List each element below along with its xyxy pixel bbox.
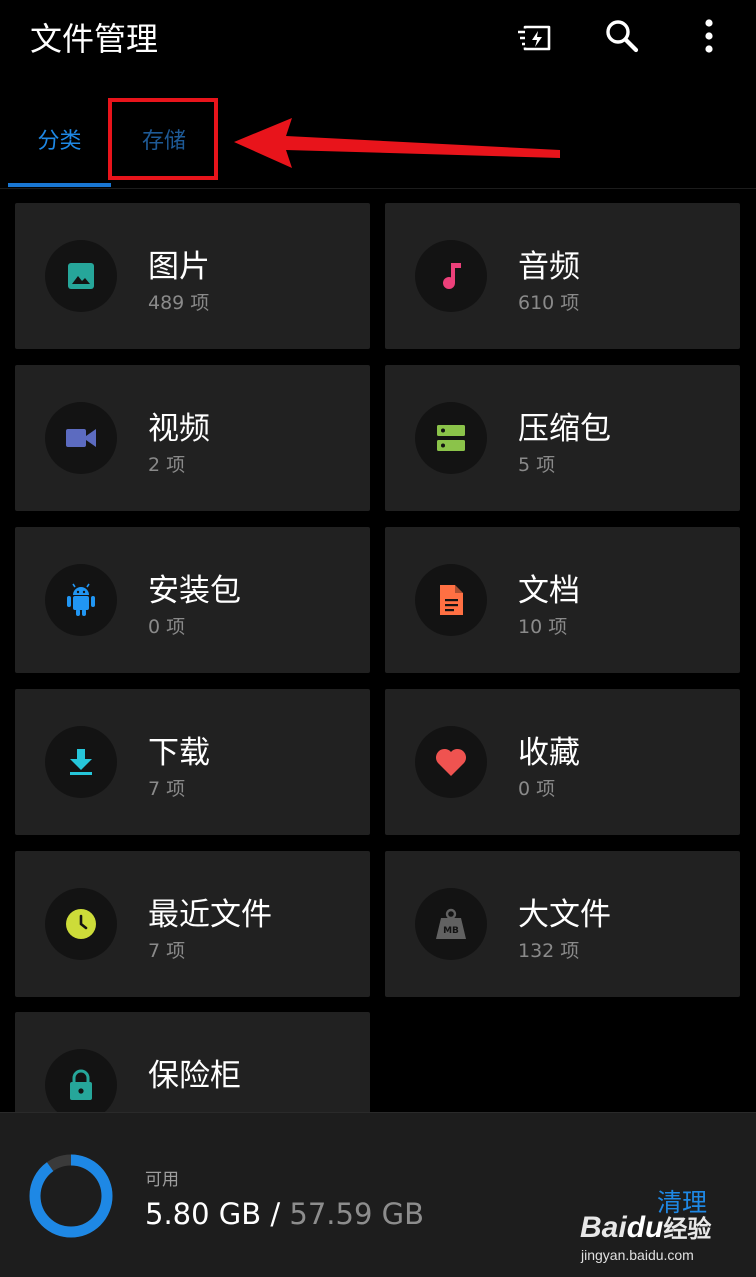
category-label: 安装包 xyxy=(148,573,241,609)
category-card-documents[interactable]: 文档 10 项 xyxy=(385,527,740,673)
app-bar: 文件管理 xyxy=(0,0,756,70)
image-icon xyxy=(45,240,117,312)
category-card-large-files[interactable]: MB 大文件 132 项 xyxy=(385,851,740,997)
category-card-favorites[interactable]: 收藏 0 项 xyxy=(385,689,740,835)
storage-separator: / xyxy=(261,1197,290,1231)
category-label: 图片 xyxy=(148,249,210,285)
download-icon xyxy=(45,726,117,798)
category-count: 10 项 xyxy=(518,616,568,638)
annotation-highlight-box xyxy=(108,98,218,180)
category-count: 0 项 xyxy=(148,616,186,638)
lightning-file-icon[interactable] xyxy=(514,14,558,58)
storage-ring-used xyxy=(29,1154,113,1238)
category-card-apk[interactable]: 安装包 0 项 xyxy=(15,527,370,673)
available-label: 可用 xyxy=(145,1170,179,1190)
tab-classify[interactable]: 分类 xyxy=(8,90,111,188)
watermark-logo: Baidu经验 xyxy=(580,1209,711,1245)
category-label: 收藏 xyxy=(518,735,580,771)
category-card-video[interactable]: 视频 2 项 xyxy=(15,365,370,511)
category-label: 视频 xyxy=(148,411,210,447)
category-label: 音频 xyxy=(518,249,580,285)
storage-panel: 可用 5.80 GB / 57.59 GB 清理 Baidu经验 jingyan… xyxy=(0,1112,756,1277)
watermark-url: jingyan.baidu.com xyxy=(581,1247,694,1263)
category-count: 610 项 xyxy=(518,292,580,314)
app-title: 文件管理 xyxy=(30,20,159,58)
category-count: 5 项 xyxy=(518,454,556,476)
mb-weight-icon: MB xyxy=(415,888,487,960)
category-card-archive[interactable]: 压缩包 5 项 xyxy=(385,365,740,511)
category-count: 489 项 xyxy=(148,292,210,314)
lock-icon xyxy=(45,1049,117,1121)
storage-ring-chart xyxy=(29,1154,113,1238)
category-label: 文档 xyxy=(518,573,580,609)
category-label: 保险柜 xyxy=(148,1058,241,1094)
videocam-icon xyxy=(45,402,117,474)
category-label: 大文件 xyxy=(518,897,611,933)
music-note-icon xyxy=(415,240,487,312)
category-count: 7 项 xyxy=(148,940,186,962)
watermark-logo-cn: 经验 xyxy=(663,1216,712,1243)
category-card-recent[interactable]: 最近文件 7 项 xyxy=(15,851,370,997)
annotation-arrow-icon xyxy=(234,118,560,168)
category-card-images[interactable]: 图片 489 项 xyxy=(15,203,370,349)
more-vert-icon[interactable] xyxy=(687,14,731,58)
archive-icon xyxy=(415,402,487,474)
watermark-logo-text: Bai xyxy=(580,1211,627,1244)
clock-icon xyxy=(45,888,117,960)
category-count: 7 项 xyxy=(148,778,186,800)
category-label: 下载 xyxy=(148,735,210,771)
search-icon[interactable] xyxy=(600,14,644,58)
category-count: 132 项 xyxy=(518,940,580,962)
category-card-downloads[interactable]: 下载 7 项 xyxy=(15,689,370,835)
android-icon xyxy=(45,564,117,636)
svg-text:MB: MB xyxy=(443,926,459,936)
storage-total: 57.59 GB xyxy=(289,1197,424,1231)
category-label: 最近文件 xyxy=(148,897,272,933)
storage-value: 5.80 GB / 57.59 GB xyxy=(145,1197,424,1231)
watermark-logo-paw: du xyxy=(626,1211,664,1244)
category-label: 压缩包 xyxy=(518,411,611,447)
tab-indicator xyxy=(8,183,111,187)
heart-icon xyxy=(415,726,487,798)
storage-used: 5.80 GB xyxy=(145,1197,262,1231)
watermark: Baidu经验 jingyan.baidu.com xyxy=(580,1199,750,1269)
document-icon xyxy=(415,564,487,636)
category-count: 0 项 xyxy=(518,778,556,800)
category-count: 2 项 xyxy=(148,454,186,476)
category-card-audio[interactable]: 音频 610 项 xyxy=(385,203,740,349)
